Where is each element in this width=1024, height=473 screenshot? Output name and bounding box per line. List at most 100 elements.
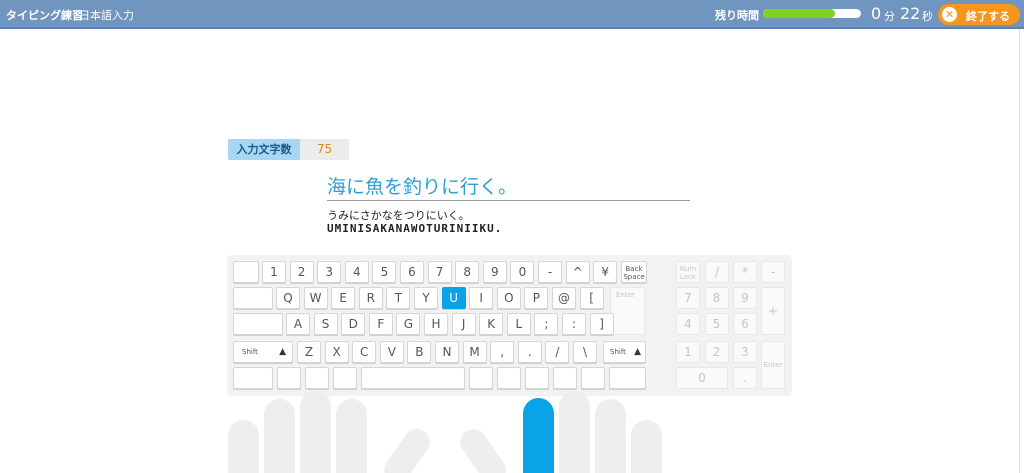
typing-app: タイピング練習 日本語入力 残り時間 0 分 22 秒 ✕ 終了する 入力文字数… [0,0,1024,473]
key-num-dot: . [733,367,757,389]
key-row1-1: 2 [289,261,314,283]
time-seconds-unit: 秒 [922,10,933,23]
key-numpad-row4-1: 5 [704,313,729,335]
time-seconds: 22 [900,4,921,23]
key-row3-5: H [424,313,448,335]
key-numpad-row4-0: 4 [676,313,700,335]
key-row1-8: 9 [482,261,507,283]
key-row1-5: 6 [400,261,424,283]
key-row1-12: ¥ [593,261,618,283]
key-menu [553,367,577,389]
finger-right-index [523,398,554,473]
key-row2-2: E [331,287,356,309]
finger-left-index [336,399,367,473]
key-row1-6: 7 [427,261,452,283]
key-numpad-row7-1: 8 [704,287,729,309]
key-num-star: * [733,261,757,283]
key-row1-7: 8 [455,261,480,283]
end-button[interactable]: ✕ 終了する [938,4,1020,25]
finger-right-middle [559,391,590,473]
end-button-label: 終了する [966,10,1010,23]
key-row2-6: U [441,287,466,309]
key-row2-8: O [496,287,521,309]
key-row3-1: S [313,313,338,335]
key-row2-7: I [469,287,494,309]
key-row1-10: - [538,261,562,283]
key-ctrl [233,367,273,389]
key-alt [333,367,357,389]
time-minutes-unit: 分 [884,10,895,23]
key-num-0: 0 [676,367,728,389]
key-row4-1: X [324,341,349,363]
key-row4-9: / [545,341,570,363]
shift-left-label: Shift [242,348,258,356]
key-row2-3: R [358,287,383,309]
finger-left-middle [300,391,331,473]
key-backspace: Back Space [621,261,647,283]
target-kana: うみにさかなをつりにいく。 [327,209,470,222]
key-row4-7: , [490,341,515,363]
key-fn [277,367,301,389]
time-minutes: 0 [871,4,882,23]
key-row4-6: M [462,341,487,363]
arrow-up-icon: ▲ [279,347,286,357]
key-row3-11: ] [589,313,614,335]
key-row3-9: ; [534,313,559,335]
key-space [361,367,465,389]
char-count-label: 入力文字数 [228,139,300,160]
key-row2-11: [ [579,287,604,309]
key-num-minus: - [761,261,785,283]
finger-left-pinky [228,420,259,473]
key-row3-7: K [479,313,504,335]
key-numpad-row1-0: 1 [676,341,700,363]
finger-left-thumb [379,423,435,473]
key-row1-0: 1 [262,261,286,283]
key-enter: Enter [610,287,645,335]
key-numpad-row7-0: 7 [676,287,700,309]
key-row2-0: Q [276,287,300,309]
key-row2-5: Y [414,287,438,309]
key-row1-2: 3 [317,261,342,283]
key-row4-2: C [352,341,377,363]
key-num-plus: + [761,287,785,335]
key-tab [233,287,273,309]
key-row4-4: B [407,341,432,363]
key-num-slash: / [705,261,729,283]
key-henkan [469,367,493,389]
key-row4-5: N [435,341,459,363]
key-row3-6: J [451,313,476,335]
finger-right-ring [595,399,626,473]
key-numpad-row7-2: 9 [733,287,757,309]
shift-right-label: Shift [610,348,626,356]
char-count-value: 75 [300,139,349,160]
key-kana [497,367,521,389]
key-row4-8: . [517,341,542,363]
time-progress-fill [763,9,835,18]
key-row1-4: 5 [372,261,397,283]
arrow-up-icon: ▲ [634,347,641,357]
key-shift-right: Shift ▲ [603,341,646,363]
key-row3-2: D [341,313,366,335]
key-capslock [233,313,283,335]
right-edge-divider [1019,29,1020,473]
key-row2-4: T [386,287,411,309]
key-numpad-row4-2: 6 [733,313,757,335]
key-ctrl-right2 [609,367,646,389]
key-row1-3: 4 [344,261,369,283]
key-blank [233,261,259,283]
sentence-underline [327,200,690,201]
key-row4-0: Z [297,341,321,363]
key-alt-right [525,367,549,389]
key-row4-10: \ [573,341,597,363]
finger-right-pinky [631,420,662,473]
close-icon: ✕ [942,7,957,22]
key-row2-9: P [524,287,549,309]
key-numpad-row1-1: 2 [704,341,729,363]
time-progress-bar [763,9,861,18]
key-numlock: Num Lock [676,261,700,283]
key-row3-8: L [506,313,531,335]
key-row1-9: 0 [510,261,535,283]
key-row4-3: V [379,341,404,363]
key-ctrl-right [581,367,605,389]
mode-label: 日本語入力 [79,9,134,22]
